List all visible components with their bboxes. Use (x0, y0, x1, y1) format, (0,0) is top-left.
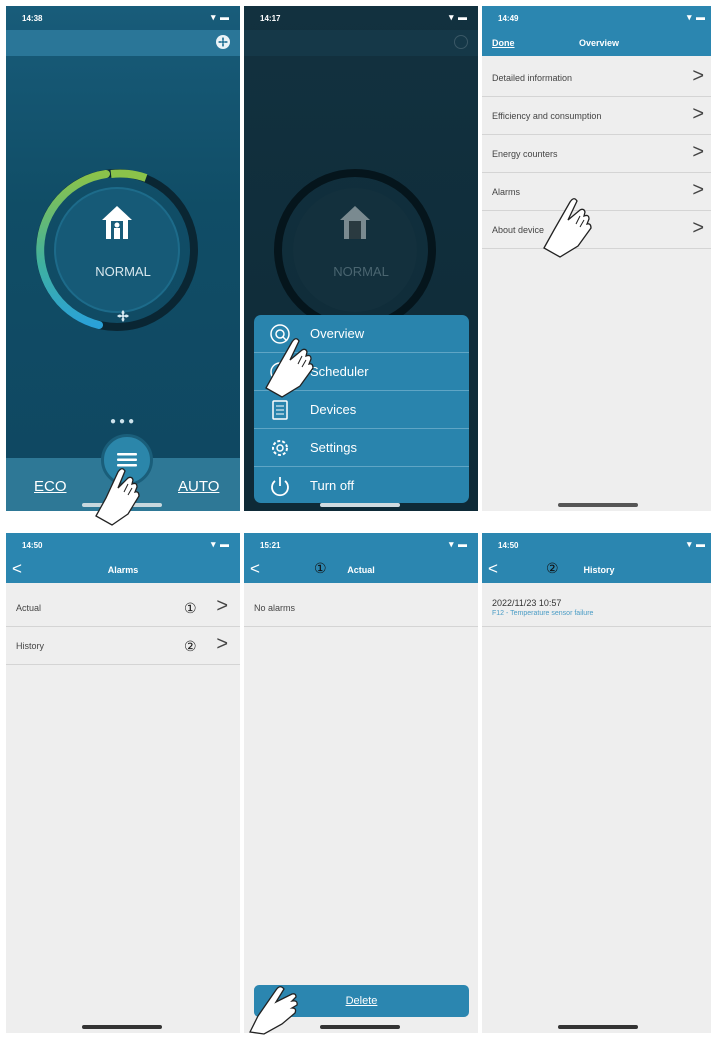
home-indicator (558, 503, 638, 507)
menu-item-label: Turn off (310, 478, 355, 493)
home-indicator (82, 1025, 162, 1029)
eco-mode-link[interactable]: ECO (34, 478, 67, 495)
chevron-right-icon: > (692, 217, 704, 239)
status-time: 14:49 (498, 14, 519, 23)
settings-icon (272, 440, 288, 456)
status-time: 14:50 (498, 541, 519, 550)
chevron-right-icon: > (216, 633, 228, 655)
page-title: Actual (347, 565, 375, 575)
status-time: 15:21 (260, 541, 281, 550)
signal-battery-icon: ▾ ▬ (448, 539, 468, 549)
nav-header: < Alarms (6, 557, 240, 583)
list-item-label: Alarms (492, 187, 521, 197)
status-bar: 15:21 ▾ ▬ (244, 533, 478, 557)
status-bar: 14:50 ▾ ▬ (482, 533, 711, 557)
signal-battery-icon: ▾ ▬ (686, 539, 706, 549)
ventilation-status: NORMAL (95, 264, 151, 279)
ventilation-status: NORMAL (333, 264, 389, 279)
nav-header: < ① Actual (244, 557, 478, 583)
devices-icon (272, 400, 288, 420)
chevron-right-icon: > (692, 141, 704, 163)
screen-alarms: 14:50 ▾ ▬ < Alarms Actual ① > History ② … (6, 533, 240, 1033)
home-indicator (320, 503, 400, 507)
list-item-efficiency[interactable]: Efficiency and consumption > (482, 97, 711, 135)
step-marker: ① (184, 600, 197, 616)
status-time: 14:50 (22, 541, 43, 550)
menu-item-settings[interactable]: Settings (254, 429, 469, 467)
screen-menu: 14:17 ▾ ▬ NORMAL Overview Scheduler Devi… (244, 6, 478, 511)
signal-battery-icon: ▾ ▬ (686, 12, 706, 22)
menu-item-turn-off[interactable]: Turn off (254, 467, 469, 504)
page-title: History (583, 565, 615, 575)
entry-description: F12 - Temperature sensor failure (492, 610, 594, 617)
history-entry[interactable]: 2022/11/23 10:57 F12 - Temperature senso… (482, 589, 711, 627)
chevron-right-icon: > (692, 103, 704, 125)
hand-pointer-icon (95, 468, 140, 526)
page-title: Alarms (107, 565, 139, 575)
list-item-detailed-information[interactable]: Detailed information > (482, 59, 711, 97)
hand-pointer-icon (543, 198, 592, 258)
no-alarms-text: No alarms (254, 603, 296, 613)
alarm-message-row: No alarms (244, 589, 478, 627)
list-item-label: About device (492, 225, 545, 235)
screen-alarm-history: 14:50 ▾ ▬ < ② History 2022/11/23 10:57 F… (482, 533, 711, 1033)
list-item-label: Detailed information (492, 73, 573, 83)
nav-header: Done Overview (482, 30, 711, 56)
list-item-label: Energy counters (492, 149, 558, 159)
chevron-right-icon: > (692, 179, 704, 201)
list-item-energy-counters[interactable]: Energy counters > (482, 135, 711, 173)
chevron-right-icon: > (692, 65, 704, 87)
status-bar: 14:50 ▾ ▬ (6, 533, 240, 557)
power-icon (271, 477, 289, 497)
hand-pointer-icon (265, 338, 314, 398)
screen-home: 14:38 ▾ ▬ NORMAL ●●● ECO AUTO (6, 6, 240, 511)
step-marker: ② (184, 638, 197, 654)
menu-item-label: Devices (310, 402, 357, 417)
hand-pointer-icon (249, 986, 298, 1035)
status-bar: 14:49 ▾ ▬ (482, 6, 711, 30)
list-item-history[interactable]: History ② > (6, 627, 240, 665)
nav-header: < ② History (482, 557, 711, 583)
list-item-label: History (16, 641, 45, 651)
list-item-actual[interactable]: Actual ① > (6, 589, 240, 627)
status-ring (36, 169, 198, 331)
page-indicator: ●●● (110, 416, 138, 427)
list-item-label: Actual (16, 603, 42, 613)
list-item-label: Efficiency and consumption (492, 111, 602, 121)
screen-actual-alarms: 15:21 ▾ ▬ < ① Actual No alarms Delete (244, 533, 478, 1033)
page-title: Overview (578, 38, 620, 48)
signal-battery-icon: ▾ ▬ (210, 539, 230, 549)
chevron-right-icon: > (216, 595, 228, 617)
entry-date: 2022/11/23 10:57 (492, 598, 562, 608)
home-indicator (320, 1025, 400, 1029)
home-indicator (558, 1025, 638, 1029)
auto-mode-link[interactable]: AUTO (178, 478, 219, 495)
menu-item-label: Settings (310, 440, 357, 455)
